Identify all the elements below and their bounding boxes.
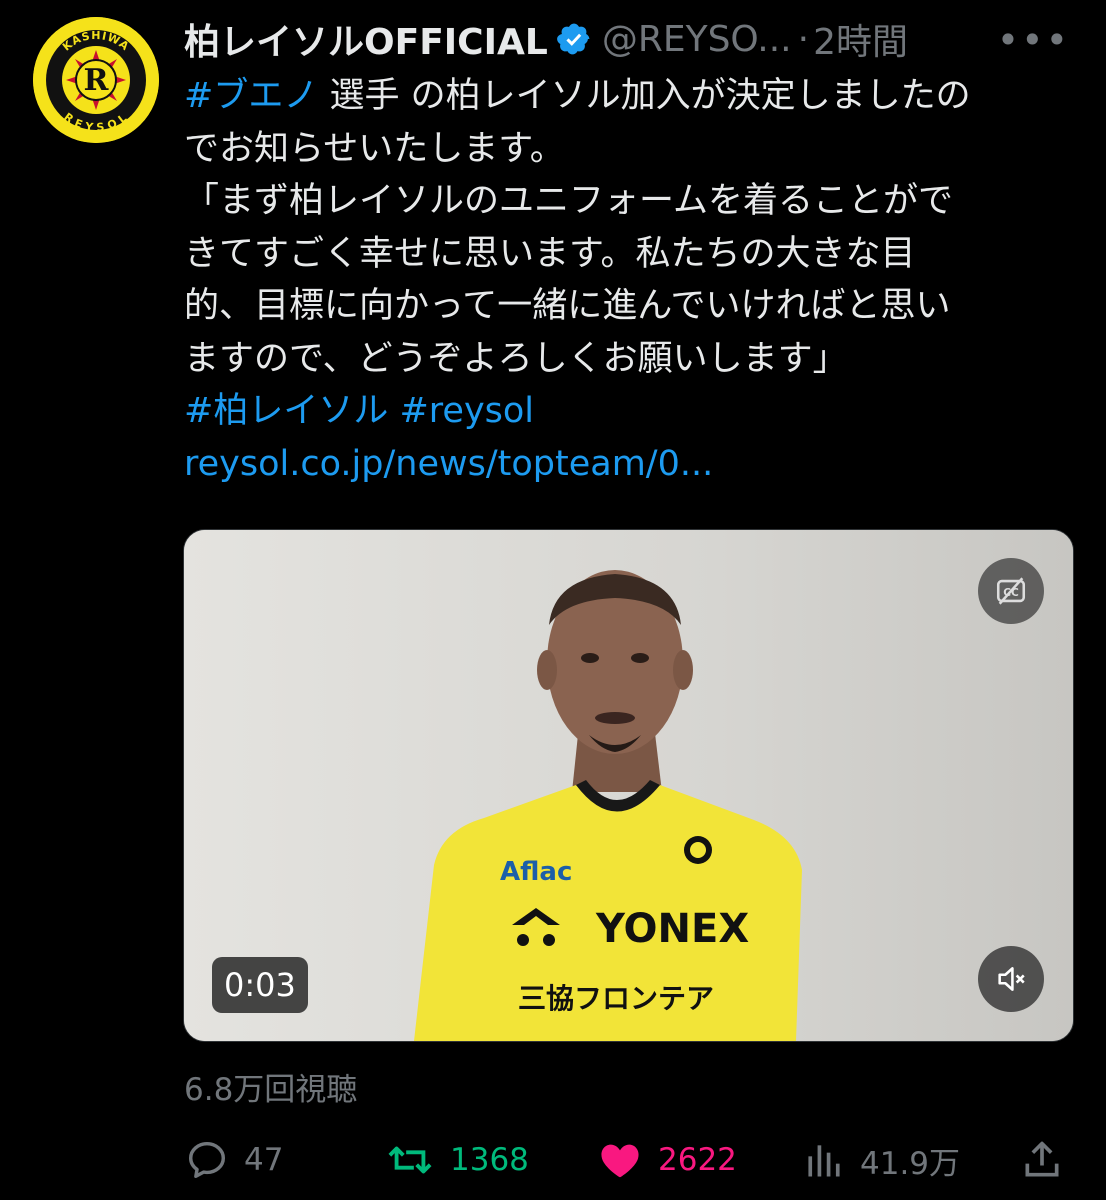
hashtag-reysol[interactable]: #reysol	[399, 391, 534, 431]
timestamp[interactable]: 2時間	[813, 13, 908, 65]
unmute-button[interactable]	[978, 946, 1044, 1012]
share-button[interactable]	[1020, 1130, 1078, 1190]
analytics-button[interactable]: 41.9万	[802, 1130, 960, 1190]
text-line: ますので、どうぞよろしくお願いします」	[184, 338, 848, 379]
text-line: #ブエノ 選手 の柏レイソル加入が決定しましたの	[184, 70, 1084, 123]
reply-icon	[188, 1141, 226, 1179]
news-link[interactable]: reysol.co.jp/news/topteam/0...	[184, 444, 713, 484]
hashtag-line: #柏レイソル #reysol	[184, 385, 1084, 438]
retweet-button[interactable]: 1368	[384, 1130, 529, 1190]
video-frame: Aflac YONEX 三協フロンテア	[184, 530, 1073, 1041]
svg-text:Aflac: Aflac	[500, 857, 572, 887]
reply-count: 47	[244, 1142, 284, 1178]
like-button[interactable]: 2622	[596, 1130, 737, 1190]
reysol-logo: R KASHIWA REYSOL	[33, 17, 159, 143]
svg-text:三協フロンテア: 三協フロンテア	[518, 982, 714, 1015]
video-player[interactable]: Aflac YONEX 三協フロンテア CC 0:03	[183, 529, 1074, 1042]
text-segment: 選手 の柏レイソル加入が決定しましたの	[318, 76, 971, 116]
text-line: 的、目標に向かって一緒に進んでいければと思い	[184, 286, 951, 326]
more-options-icon[interactable]: •••	[997, 18, 1070, 62]
url-line: reysol.co.jp/news/topteam/0...	[184, 438, 1084, 491]
retweet-count: 1368	[450, 1142, 529, 1178]
display-name[interactable]: 柏レイソルOFFICIAL	[184, 13, 548, 65]
avatar[interactable]: R KASHIWA REYSOL	[33, 17, 159, 143]
view-count: 6.8万回視聴	[184, 1072, 358, 1108]
reply-button[interactable]: 47	[184, 1130, 283, 1190]
closed-captions-off-icon: CC	[996, 577, 1026, 605]
text-line: 「まず柏レイソルのユニフォームを着ることがで	[184, 181, 953, 221]
analytics-bar-chart-icon	[808, 1145, 840, 1177]
verified-badge-icon	[556, 23, 590, 55]
retweet-icon	[388, 1146, 432, 1174]
view-analytics-count: 41.9万	[860, 1145, 961, 1182]
muted-speaker-icon	[998, 967, 1025, 991]
separator-dot: ·	[797, 18, 810, 60]
like-count: 2622	[658, 1142, 737, 1178]
action-bar: 47 1368 2622 41.9万	[184, 1130, 1064, 1190]
text-line: でお知らせいたします。	[184, 128, 565, 169]
tweet-header: 柏レイソルOFFICIAL @REYSO... · 2時間	[184, 14, 1082, 64]
heart-icon	[601, 1144, 639, 1178]
svg-text:YONEX: YONEX	[595, 906, 749, 952]
tweet-text: #ブエノ 選手 の柏レイソル加入が決定しましたの でお知らせいたします。 「まず…	[184, 70, 1084, 490]
captions-toggle-button[interactable]: CC	[978, 558, 1044, 624]
handle[interactable]: @REYSO...	[602, 19, 792, 60]
share-upload-icon	[1025, 1141, 1059, 1177]
hashtag-kashiwa-reysol[interactable]: #柏レイソル	[184, 391, 388, 431]
video-duration: 0:03	[212, 957, 308, 1013]
svg-text:R: R	[84, 63, 110, 98]
hashtag-bueno[interactable]: #ブエノ	[184, 76, 318, 116]
text-line: きてすごく幸せに思います。私たちの大きな目	[184, 233, 916, 274]
